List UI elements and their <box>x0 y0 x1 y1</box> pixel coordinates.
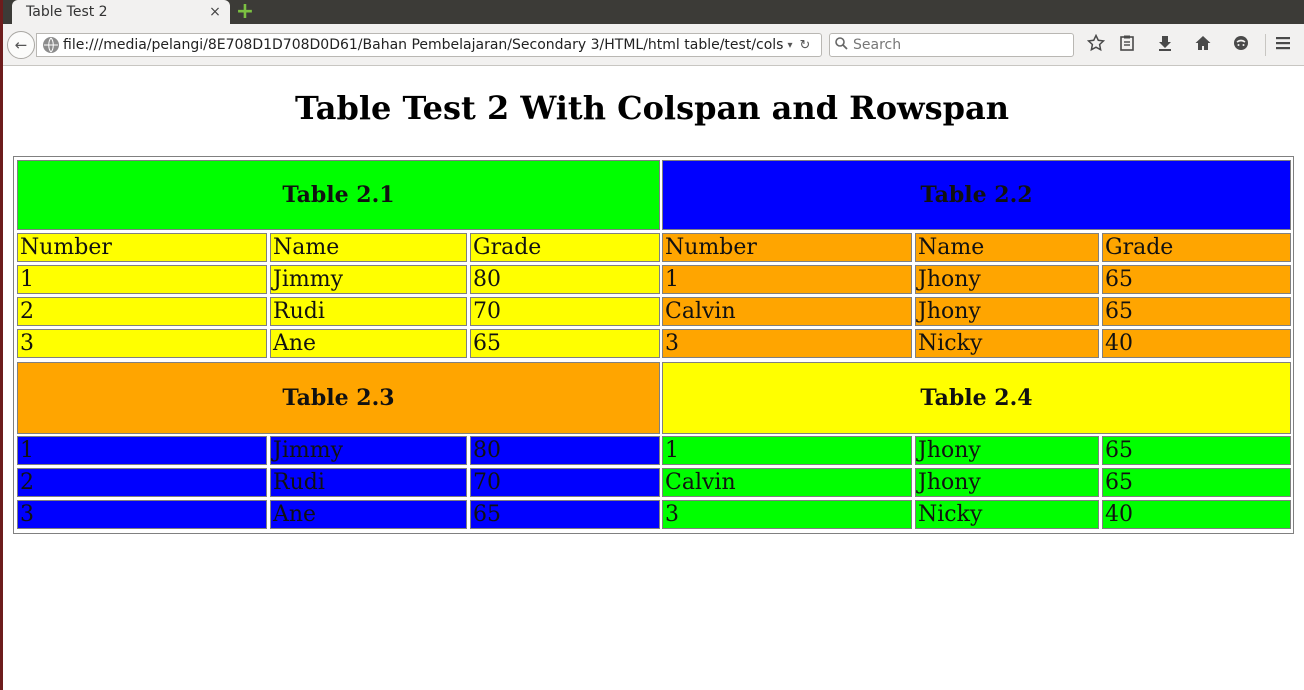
table-cell: 65 <box>1102 297 1291 326</box>
table-cell: 40 <box>1102 329 1291 358</box>
table-cell: Nicky <box>915 329 1099 358</box>
home-icon[interactable] <box>1192 34 1214 56</box>
table-cell: 3 <box>662 500 912 529</box>
table-cell: 65 <box>1102 436 1291 465</box>
t21-col-grade: Grade <box>470 233 660 262</box>
table-cell: 80 <box>470 436 660 465</box>
table-cell: Jhony <box>915 297 1099 326</box>
tab-strip: Table Test 2 × + <box>0 0 1304 24</box>
table-cell: Jhony <box>915 468 1099 497</box>
table-cell: Rudi <box>270 297 467 326</box>
search-input[interactable] <box>851 37 1066 53</box>
star-icon[interactable] <box>1085 33 1107 56</box>
table-cell: 65 <box>470 500 660 529</box>
navigation-toolbar: ← file:///media/pelangi/8E708D1D708D0D61… <box>0 24 1304 66</box>
url-dropdown-icon[interactable]: ▾ <box>783 40 797 51</box>
new-tab-icon[interactable]: + <box>234 1 256 23</box>
reload-icon[interactable]: ↻ <box>797 38 813 53</box>
t21-col-name: Name <box>270 233 467 262</box>
table-2-1-header: Table 2.1 <box>17 160 660 230</box>
back-arrow-icon: ← <box>14 36 28 54</box>
table-cell: 2 <box>17 297 267 326</box>
table-cell: 1 <box>17 436 267 465</box>
table-cell: Jimmy <box>270 265 467 294</box>
table-cell: 80 <box>470 265 660 294</box>
table-cell: Rudi <box>270 468 467 497</box>
table-cell: Jhony <box>915 265 1099 294</box>
table-2-2-header: Table 2.2 <box>662 160 1291 230</box>
t21-col-number: Number <box>17 233 267 262</box>
tab-title: Table Test 2 <box>26 4 108 20</box>
browser-tab[interactable]: Table Test 2 × <box>12 0 230 24</box>
window-edge <box>0 0 3 690</box>
t22-col-number: Number <box>662 233 912 262</box>
t22-col-grade: Grade <box>1102 233 1291 262</box>
table-cell: 1 <box>662 265 912 294</box>
menu-icon[interactable] <box>1272 34 1294 56</box>
table-cell: 40 <box>1102 500 1291 529</box>
t22-col-name: Name <box>915 233 1099 262</box>
table-cell: 65 <box>1102 468 1291 497</box>
table-cell: 2 <box>17 468 267 497</box>
url-text[interactable]: file:///media/pelangi/8E708D1D708D0D61/B… <box>63 37 783 53</box>
table-cell: 70 <box>470 468 660 497</box>
table-cell: Ane <box>270 500 467 529</box>
table-cell: Jimmy <box>270 436 467 465</box>
table-cell: Calvin <box>662 468 912 497</box>
table-cell: 65 <box>470 329 660 358</box>
reading-list-icon[interactable] <box>1116 34 1138 56</box>
toolbar-separator <box>1265 34 1266 56</box>
chat-icon[interactable] <box>1230 34 1252 56</box>
back-button[interactable]: ← <box>7 31 35 59</box>
table-cell: 3 <box>17 500 267 529</box>
address-bar[interactable]: file:///media/pelangi/8E708D1D708D0D61/B… <box>36 33 822 57</box>
outer-table: Table 2.1 Table 2.2 Number Name Grade Nu… <box>13 156 1294 534</box>
table-2-4-header: Table 2.4 <box>662 362 1291 434</box>
table-cell: 3 <box>662 329 912 358</box>
search-box[interactable] <box>829 33 1074 57</box>
search-icon <box>835 36 851 54</box>
table-cell: Jhony <box>915 436 1099 465</box>
table-2-3-header: Table 2.3 <box>17 362 660 434</box>
page-content: Table Test 2 With Colspan and Rowspan Ta… <box>0 67 1304 690</box>
table-cell: 65 <box>1102 265 1291 294</box>
globe-icon <box>43 37 59 53</box>
table-cell: Nicky <box>915 500 1099 529</box>
table-cell: Calvin <box>662 297 912 326</box>
download-icon[interactable] <box>1154 34 1176 56</box>
page-title: Table Test 2 With Colspan and Rowspan <box>295 89 1009 127</box>
table-cell: 1 <box>17 265 267 294</box>
table-cell: 3 <box>17 329 267 358</box>
table-cell: Ane <box>270 329 467 358</box>
table-cell: 1 <box>662 436 912 465</box>
close-tab-icon[interactable]: × <box>206 4 224 20</box>
table-cell: 70 <box>470 297 660 326</box>
